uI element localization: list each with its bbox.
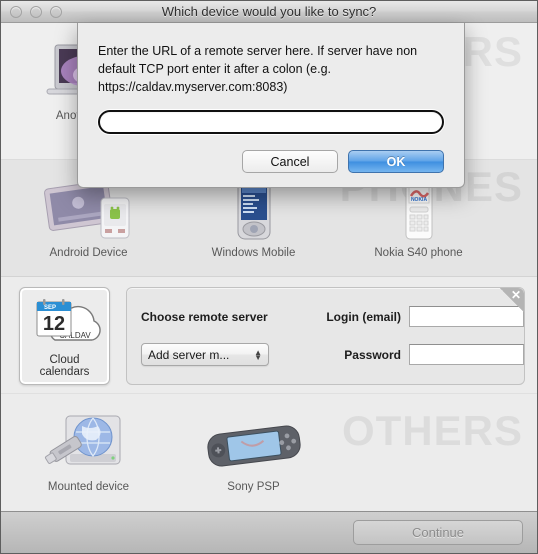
close-button[interactable] bbox=[10, 5, 22, 18]
footer: Continue bbox=[1, 511, 537, 553]
svg-text:SEP: SEP bbox=[44, 305, 56, 311]
window-title: Which device would you like to sync? bbox=[161, 4, 377, 19]
dialog-message: Enter the URL of a remote server here. I… bbox=[98, 44, 418, 94]
cloud-tile-label: Cloud calendars bbox=[39, 354, 90, 378]
device-label: Android Device bbox=[49, 247, 128, 259]
device-label: Mounted device bbox=[47, 481, 130, 493]
cancel-button[interactable]: Cancel bbox=[242, 150, 338, 174]
cloud-row: CALDAV SEP 12 Cloud calendars ✕ Choose r… bbox=[19, 287, 525, 385]
password-label: Password bbox=[344, 347, 401, 362]
continue-button[interactable]: Continue bbox=[353, 520, 523, 545]
server-url-input[interactable] bbox=[97, 109, 445, 136]
svg-text:NOKIA: NOKIA bbox=[410, 197, 427, 203]
login-label: Login (email) bbox=[326, 309, 401, 324]
chevron-updown-icon: ▲ ▼ bbox=[254, 347, 262, 362]
caldav-cloud-calendar-icon: CALDAV SEP 12 bbox=[24, 296, 105, 348]
server-select[interactable]: Add server m... ▲ ▼ bbox=[141, 343, 269, 366]
remote-server-panel: ✕ Choose remote server Login (email) Add… bbox=[126, 287, 525, 385]
device-cloud-calendars[interactable]: CALDAV SEP 12 Cloud calendars bbox=[19, 287, 110, 385]
sync-device-window: Which device would you like to sync? COM… bbox=[0, 0, 538, 554]
dialog-buttons: Cancel OK bbox=[98, 150, 444, 174]
section-watermark-others: OTHERS bbox=[341, 407, 523, 454]
device-list-others: Mounted device Sony PSP bbox=[21, 408, 321, 493]
minimize-button[interactable] bbox=[30, 5, 42, 18]
device-label: Windows Mobile bbox=[211, 247, 296, 259]
section-others: OTHERS Mounted device Sony PSP bbox=[1, 393, 537, 511]
window-controls bbox=[10, 5, 62, 18]
mounted-drive-icon bbox=[21, 408, 156, 474]
device-sony-psp[interactable]: Sony PSP bbox=[186, 408, 321, 493]
titlebar: Which device would you like to sync? bbox=[1, 1, 537, 23]
ok-button[interactable]: OK bbox=[348, 150, 444, 174]
choose-remote-server-label: Choose remote server bbox=[141, 309, 268, 324]
server-select-value: Add server m... bbox=[148, 347, 230, 362]
section-cloud: CALDAV SEP 12 Cloud calendars ✕ Choose r… bbox=[1, 277, 537, 393]
sony-psp-icon bbox=[186, 408, 321, 474]
device-mounted-device[interactable]: Mounted device bbox=[21, 408, 156, 493]
url-prompt-dialog: Enter the URL of a remote server here. I… bbox=[77, 23, 465, 189]
remote-server-form: Choose remote server Login (email) Add s… bbox=[127, 288, 524, 366]
device-label: Sony PSP bbox=[227, 481, 280, 493]
zoom-button[interactable] bbox=[50, 5, 62, 18]
device-label: Nokia S40 phone bbox=[374, 247, 463, 259]
close-icon[interactable]: ✕ bbox=[500, 288, 524, 312]
password-input[interactable] bbox=[409, 344, 524, 365]
svg-text:12: 12 bbox=[42, 313, 64, 335]
